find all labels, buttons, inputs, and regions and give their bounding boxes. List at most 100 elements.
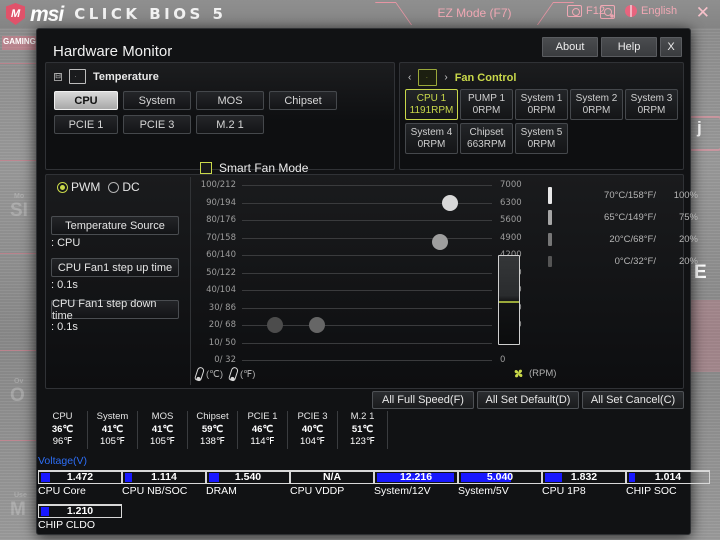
voltage-item-system-12v: 12.216System/12V [374,470,458,498]
voltage-rail-name: CPU VDDP [290,485,344,497]
temperature-graph-icon [69,69,86,84]
bios-screen: GAMING Mo SI Ov O Use M j E M msi CLICK … [0,0,720,540]
dialog-close-button[interactable]: X [660,37,682,57]
all-set-default-button[interactable]: All Set Default(D) [477,391,579,409]
fan-curve-chart[interactable]: 100/21290/19480/17670/15860/14050/12240/… [190,175,655,367]
legend-row-3: 20°C/68°F/20% [548,233,698,246]
temp-source-chip-pcie-3[interactable]: PCIE 3 [123,115,191,134]
fan-chip-system-4[interactable]: System 40RPM [405,123,458,154]
prev-arrow-icon[interactable]: ‹ [408,72,411,83]
step-down-time-value: : 0.1s [51,321,78,333]
chip-label: System [139,95,176,107]
temperature-panel-header: ⊟ Temperature [46,63,394,84]
rpm-tick-label: 6300 [500,198,522,208]
all-full-speed-button[interactable]: All Full Speed(F) [372,391,474,409]
step-down-time-button[interactable]: CPU Fan1 step down time [51,300,179,319]
temperature-panel-title: Temperature [93,71,159,83]
temp-celsius-value: 36℃ [40,424,85,437]
msi-wordmark: msi [30,4,63,25]
msi-dragon-shield-icon: M [6,3,25,25]
temp-fahrenheit-value: 105℉ [140,436,185,449]
voltage-item-cpu-core: 1.472CPU Core [38,470,122,498]
legend-row-4: 0°C/32°F/20% [548,256,698,267]
fan-chip-system-3[interactable]: System 30RPM [625,89,678,120]
pwm-radio[interactable] [57,182,68,193]
step-up-time-button[interactable]: CPU Fan1 step up time [51,258,179,277]
temp-sensor-name: M.2 1 [340,411,385,424]
fan-chip-name: System 3 [631,93,673,105]
rpm-tick-label: 7000 [500,180,522,190]
search-button[interactable] [600,5,615,19]
next-arrow-icon[interactable]: › [444,72,447,83]
fan-chip-name: System 5 [521,127,563,139]
temp-source-chip-chipset[interactable]: Chipset [269,91,337,110]
fan-chip-name: System 2 [576,93,618,105]
fan-curve-point-1[interactable] [267,317,283,333]
smart-fan-mode-row[interactable]: Smart Fan Mode [200,161,308,175]
fan-chip-rpm: 0RPM [528,139,556,151]
y-tick-label: 20/ 68 [190,320,236,330]
temp-celsius-value: 59℃ [190,424,235,437]
smart-fan-mode-checkbox[interactable] [200,162,212,174]
fan-chip-rpm: 0RPM [473,105,501,117]
fan-chip-system-5[interactable]: System 50RPM [515,123,568,154]
temp-sensor-name: System [90,411,135,424]
voltage-value: 1.014 [626,470,710,484]
dc-radio[interactable] [108,182,119,193]
close-icon[interactable]: ✕ [696,3,710,23]
temp-summary-cell-pcie-3: PCIE 340℃104℉ [288,411,338,449]
voltage-rail-name: System/12V [374,485,431,497]
fan-curve-point-4[interactable] [442,195,458,211]
temp-source-chip-mos[interactable]: MOS [196,91,264,110]
fan-chip-name: CPU 1 [417,93,446,105]
fahrenheit-axis-legend: (℉) [230,367,255,381]
fan-chip-cpu-1[interactable]: CPU 11191RPM [405,89,458,120]
search-icon [600,5,615,19]
voltage-value: 1.832 [542,470,626,484]
fan-chip-chipset[interactable]: Chipset663RPM [460,123,513,154]
chip-label: MOS [217,95,242,107]
fan-chip-name: System 4 [411,127,453,139]
temp-celsius-value: 51℃ [340,424,385,437]
chart-gridline [242,343,492,344]
chip-label: Chipset [284,95,321,107]
temp-source-chip-m-2-1[interactable]: M.2 1 [196,115,264,134]
fan-control-panel-title: Fan Control [455,72,517,84]
temp-source-chip-cpu[interactable]: CPU [54,91,118,110]
chart-gridline [242,255,492,256]
temp-fahrenheit-value: 123℉ [340,436,385,449]
fan-chip-system-1[interactable]: System 10RPM [515,89,568,120]
fan-curve-point-2[interactable] [309,317,325,333]
bg-divider [0,63,36,64]
help-button[interactable]: Help [601,37,657,57]
fan-chip-rpm: 663RPM [467,139,506,151]
temperature-panel: ⊟ Temperature CPU System MOS Chipset PCIE 1 P… [45,62,395,170]
current-rpm-level-marker [499,301,519,303]
fan-chip-pump-1[interactable]: PUMP 10RPM [460,89,513,120]
about-button[interactable]: About [542,37,598,57]
temp-source-chip-system[interactable]: System [123,91,191,110]
bg-divider [0,350,36,351]
fan-chip-rpm: 0RPM [528,105,556,117]
fan-curve-point-3[interactable] [432,234,448,250]
legend-duty-label: 75% [660,212,698,223]
y-tick-label: 30/ 86 [190,303,236,313]
voltage-rail-name: DRAM [206,485,237,497]
temp-celsius-value: 41℃ [140,424,185,437]
collapse-icon[interactable]: ⊟ [54,73,62,81]
language-selector[interactable]: English [625,5,677,17]
temp-sensor-name: MOS [140,411,185,424]
chip-label: PCIE 1 [69,119,104,131]
temp-summary-cell-m-2-1: M.2 151℃123℉ [338,411,388,449]
bg-gaming-badge [2,36,36,50]
voltage-rail-name: CHIP SOC [626,485,677,497]
fan-chip-system-2[interactable]: System 20RPM [570,89,623,120]
ez-mode-button[interactable]: EZ Mode (F7) [397,2,552,24]
y-tick-label: 80/176 [190,215,236,225]
temperature-source-button[interactable]: Temperature Source [51,216,179,235]
all-set-cancel-button[interactable]: All Set Cancel(C) [582,391,684,409]
chart-gridline [242,360,492,361]
temp-source-chip-pcie-1[interactable]: PCIE 1 [54,115,118,134]
top-header-bar: M msi CLICK BIOS 5 EZ Mode (F7) F12 Engl… [0,0,720,28]
legend-duty-label: 20% [660,256,698,267]
